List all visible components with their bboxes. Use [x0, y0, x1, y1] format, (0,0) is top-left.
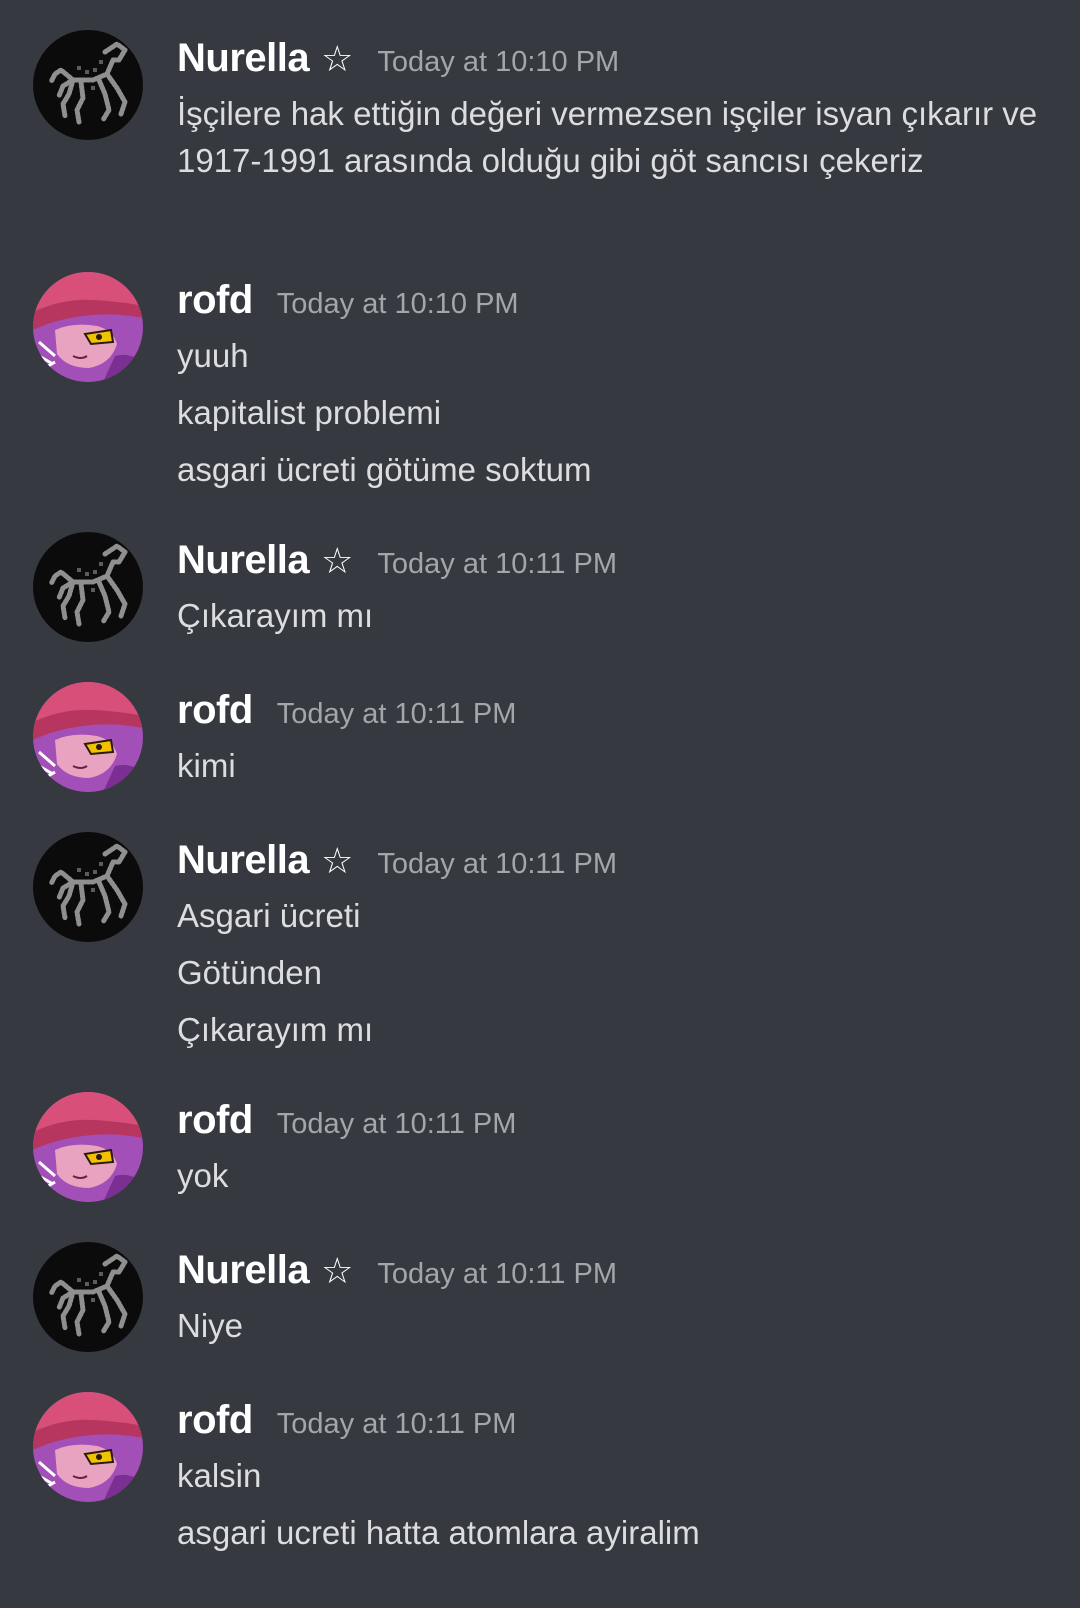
message-text: İşçilere hak ettiğin değeri vermezsen iş…: [177, 95, 1038, 179]
message-content: yok: [177, 1152, 1057, 1209]
message-header: Nurella ☆ Today at 10:11 PM: [177, 838, 617, 888]
message-content: İşçilere hak ettiğin değeri vermezsen iş…: [177, 90, 1057, 193]
timestamp: Today at 10:11 PM: [276, 1108, 517, 1140]
timestamp: Today at 10:11 PM: [377, 1258, 618, 1290]
message-text: asgari ücreti götüme soktum: [177, 451, 592, 488]
message-header: Nurella ☆ Today at 10:10 PM: [177, 36, 619, 86]
star-icon: ☆: [321, 841, 354, 882]
username[interactable]: rofd: [177, 278, 253, 323]
message-text: Çıkarayım mı: [177, 597, 374, 634]
message-text: Çıkarayım mı: [177, 1011, 374, 1048]
message-content: Niye: [177, 1302, 1057, 1359]
message-text: kimi: [177, 747, 236, 784]
message-content: kimi: [177, 742, 1057, 799]
message-content: yuuh kapitalist problemi asgari ücreti göt…: [177, 332, 1057, 503]
star-icon: ☆: [321, 1251, 354, 1292]
message-text: asgari ucreti hatta atomlara ayiralim: [177, 1514, 700, 1551]
message-text: Götünden: [177, 954, 322, 991]
message-header: rofd Today at 10:11 PM: [177, 688, 516, 738]
horse-avatar[interactable]: [33, 532, 143, 642]
anime-cat-avatar[interactable]: [33, 1392, 143, 1502]
timestamp: Today at 10:11 PM: [276, 1408, 517, 1440]
timestamp: Today at 10:11 PM: [377, 548, 618, 580]
message-text: kalsin: [177, 1457, 262, 1494]
star-icon: ☆: [321, 541, 354, 582]
chat-message-list: Nurella ☆ Today at 10:10 PM İşçilere hak et…: [0, 0, 1080, 1608]
anime-cat-avatar[interactable]: [33, 682, 143, 792]
star-icon: ☆: [321, 39, 354, 80]
message-text: Niye: [177, 1307, 244, 1344]
anime-cat-avatar[interactable]: [33, 1092, 143, 1202]
message-text: kapitalist problemi: [177, 394, 442, 431]
message-content: Çıkarayım mı: [177, 592, 1057, 649]
username[interactable]: rofd: [177, 1398, 253, 1443]
message-header: Nurella ☆ Today at 10:11 PM: [177, 1248, 617, 1298]
timestamp: Today at 10:11 PM: [276, 698, 517, 730]
message-header: rofd Today at 10:10 PM: [177, 278, 519, 328]
message-header: rofd Today at 10:11 PM: [177, 1398, 516, 1448]
username[interactable]: rofd: [177, 1098, 253, 1143]
username[interactable]: Nurella: [177, 36, 310, 81]
anime-cat-avatar[interactable]: [33, 272, 143, 382]
horse-avatar[interactable]: [33, 1242, 143, 1352]
message-text: Asgari ücreti: [177, 897, 361, 934]
username[interactable]: rofd: [177, 688, 253, 733]
message-content: Asgari ücreti Götünden Çıkarayım mı: [177, 892, 1057, 1063]
username[interactable]: Nurella: [177, 1248, 310, 1293]
username[interactable]: Nurella: [177, 838, 310, 883]
username[interactable]: Nurella: [177, 538, 310, 583]
timestamp: Today at 10:10 PM: [276, 288, 519, 320]
message-header: Nurella ☆ Today at 10:11 PM: [177, 538, 617, 588]
message-content: kalsin asgari ucreti hatta atomlara ayira…: [177, 1452, 1057, 1566]
horse-avatar[interactable]: [33, 832, 143, 942]
timestamp: Today at 10:10 PM: [377, 46, 620, 78]
horse-avatar[interactable]: [33, 30, 143, 140]
message-header: rofd Today at 10:11 PM: [177, 1098, 516, 1148]
message-text: yuuh: [177, 337, 249, 374]
timestamp: Today at 10:11 PM: [377, 848, 618, 880]
message-text: yok: [177, 1157, 229, 1194]
